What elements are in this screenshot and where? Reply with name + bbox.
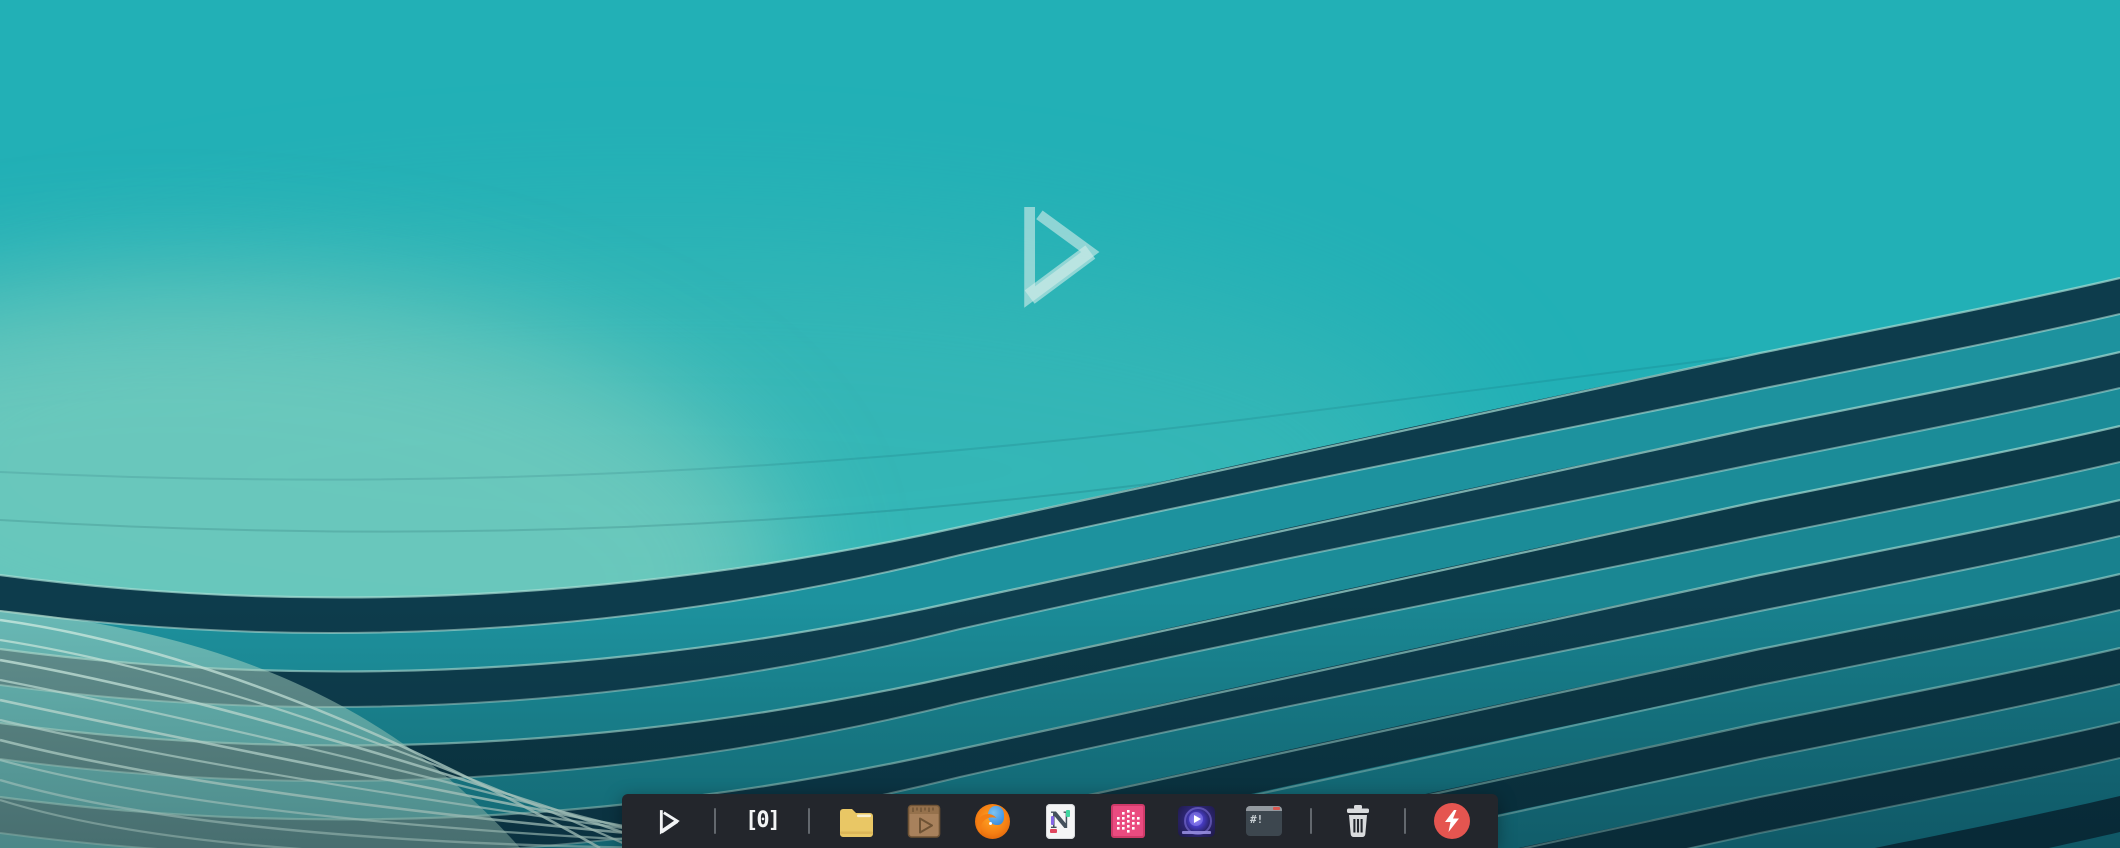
terminal-close-dot [1273,807,1280,810]
workspace-indicator-label: [0] [745,808,781,833]
firefox-icon [974,803,1010,839]
dock-separator [1404,808,1406,834]
play-triangle-outline-icon [659,810,680,835]
dock-workspace-indicator[interactable]: [0] [740,799,784,843]
dock-notes-app-button[interactable]: N [1038,799,1082,843]
folder-icon [839,808,873,837]
play-logo-watermark-icon [1024,206,1100,308]
box-play-icon [907,804,941,838]
play-glow-icon [1177,805,1215,837]
dock-power-mode-button[interactable] [1430,799,1474,843]
desktop: [0] N #! [0,0,2120,848]
letter-n-document-icon: N [1045,803,1075,839]
dock-separator [808,808,810,834]
dock-media-player-button[interactable] [1174,799,1218,843]
dock: [0] N #! [622,794,1498,848]
lightning-bolt-icon [1434,803,1470,839]
dock-terminal-button[interactable]: #! [1242,799,1286,843]
pink-dots-icon [1111,804,1145,838]
dock-separator [714,808,716,834]
wallpaper-waves [0,0,2120,848]
trash-icon [1347,805,1369,838]
dock-firefox-button[interactable] [970,799,1014,843]
dock-launcher-play-button[interactable] [646,799,690,843]
dock-file-manager-button[interactable] [834,799,878,843]
dock-separator [1310,808,1312,834]
dock-dotgrid-app-button[interactable] [1106,799,1150,843]
dock-package-app-button[interactable] [902,799,946,843]
terminal-prompt-label: #! [1250,813,1264,826]
dock-trash-button[interactable] [1336,799,1380,843]
terminal-window-icon: #! [1246,806,1282,836]
